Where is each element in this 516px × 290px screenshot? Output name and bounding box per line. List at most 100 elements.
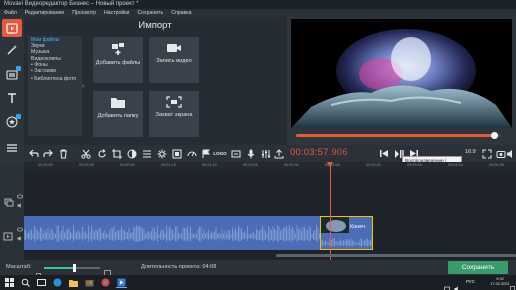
overlay-track-visibility-icon[interactable] [17,186,23,199]
ruler-label: 00:01:15 [161,163,176,167]
color-adjust-icon[interactable] [126,148,137,159]
filters-tool[interactable] [2,65,22,83]
scale-label: Масштаб: [6,264,32,270]
add-folder-button[interactable]: Добавить папку [93,91,143,137]
explorer-icon[interactable] [68,277,79,288]
speed-icon[interactable] [186,148,197,159]
save-button[interactable]: Сохранить [448,261,508,274]
playback-progress-fill [296,134,495,137]
app-window: Movavi Видеоредактор Бизнес – Новый прое… [0,0,516,290]
skip-back-icon[interactable] [378,148,389,159]
trash-icon[interactable] [58,148,69,159]
audio-waveform [24,225,320,242]
add-track-icon[interactable] [4,194,14,207]
tray-network-icon[interactable] [444,279,450,290]
magic-tool[interactable] [2,41,22,59]
video-clip-waveform [321,238,372,247]
task-view-icon[interactable] [36,277,47,288]
chrome-icon[interactable] [100,277,111,288]
screen-capture-icon [166,96,182,108]
camera-icon [167,44,181,52]
clip-label: Конеч [350,224,366,230]
filters-badge [16,66,21,71]
main-track-icon[interactable] [3,228,13,241]
panel-title: Импорт [138,20,172,31]
ruler-label: 00:03:20 [366,163,381,167]
redo-icon[interactable] [42,148,53,159]
notifications-icon[interactable] [510,279,516,290]
ruler-label: 00:00:00 [38,163,53,167]
video-clip[interactable] [320,216,373,250]
rotate-icon[interactable] [96,148,107,159]
audio-clip[interactable] [24,216,320,250]
undo-icon[interactable] [28,148,39,159]
scale-slider-handle[interactable] [73,264,77,272]
project-duration: Длительность проекта: 04:08 [141,264,216,270]
aspect-ratio-selector[interactable]: 16:9 [465,149,476,155]
microphone-icon[interactable] [245,148,256,159]
menu-edit[interactable]: Редактирование [25,10,65,16]
timecode-main: 00:03:57 [290,147,329,158]
properties-icon[interactable] [141,148,152,159]
menu-file[interactable]: Файл [4,10,17,16]
ruler-label: 00:00:50 [120,163,135,167]
stabilize-icon[interactable] [230,148,241,159]
window-title: Movavi Видеоредактор Бизнес – Новый прое… [0,0,516,9]
ruler-label: 00:01:40 [202,163,217,167]
frame-icon[interactable] [171,148,182,159]
logo-button[interactable]: LOGO [213,148,227,159]
titles-icon [8,93,16,103]
main-track-mute-icon[interactable] [17,228,23,241]
menu-save[interactable]: Сохранить [137,10,163,16]
ruler-label: 00:04:35 [489,163,504,167]
tray-volume-icon[interactable] [454,279,460,290]
more-tools[interactable] [2,139,22,157]
ruler-label: 00:03:45 [407,163,422,167]
keyboard-language[interactable]: РУС [466,279,475,284]
screen-capture-label: Захват экрана [155,112,193,118]
stickers-tool[interactable] [2,113,22,131]
search-icon[interactable] [20,277,31,288]
list-icon [7,144,17,152]
menu-help[interactable]: Справка [171,10,191,16]
flag-icon[interactable] [200,148,211,159]
import-tool[interactable] [2,19,22,37]
menu-view[interactable]: Просмотр [72,10,96,16]
screen-capture-button[interactable]: Захват экрана [149,91,199,137]
scissors-icon[interactable] [80,148,91,159]
record-video-button[interactable]: Запись видео [149,37,199,83]
folder-icon [111,98,125,108]
volume-icon[interactable] [505,148,516,159]
category-photo-library[interactable]: • Библиотека фото [31,76,79,82]
titles-tool[interactable] [2,89,22,107]
import-icon [6,22,18,34]
magic-wand-icon [7,45,17,55]
settings-icon[interactable] [156,148,167,159]
playhead-handle[interactable] [327,162,333,167]
menu-settings[interactable]: Настройки [104,10,129,16]
equalizer-icon[interactable] [260,148,271,159]
export-icon[interactable] [273,148,284,159]
timeline-scrollbar[interactable] [276,254,516,257]
collapse-arrow-icon[interactable]: ‹ [82,82,87,92]
zoom-out-icon[interactable] [36,265,41,278]
category-intros[interactable]: • Заставки [31,68,79,74]
add-files-icon [112,43,124,55]
main-track-visibility-icon[interactable] [17,219,23,232]
crop-icon[interactable] [111,148,122,159]
timeline-ruler[interactable]: 00:00:00 00:00:25 00:00:50 00:01:15 00:01:40… [24,162,516,171]
windows-start-icon[interactable] [4,277,15,288]
menu-bar: Файл Редактирование Просмотр Настройки С… [0,9,516,17]
add-files-button[interactable]: Добавить файлы [93,37,143,83]
zoom-in-icon[interactable] [104,264,111,277]
movavi-taskbar-icon[interactable] [116,277,127,288]
ruler-label: 00:00:25 [79,163,94,167]
track-headers [0,164,24,260]
overlay-track-mute-icon[interactable] [17,195,23,208]
edge-icon[interactable] [52,277,63,288]
store-icon[interactable] [84,277,95,288]
duration-label: Длительность проекта: [141,264,201,270]
video-preview[interactable] [291,19,512,128]
record-video-label: Запись видео [156,58,192,64]
fullscreen-icon[interactable] [481,148,492,159]
